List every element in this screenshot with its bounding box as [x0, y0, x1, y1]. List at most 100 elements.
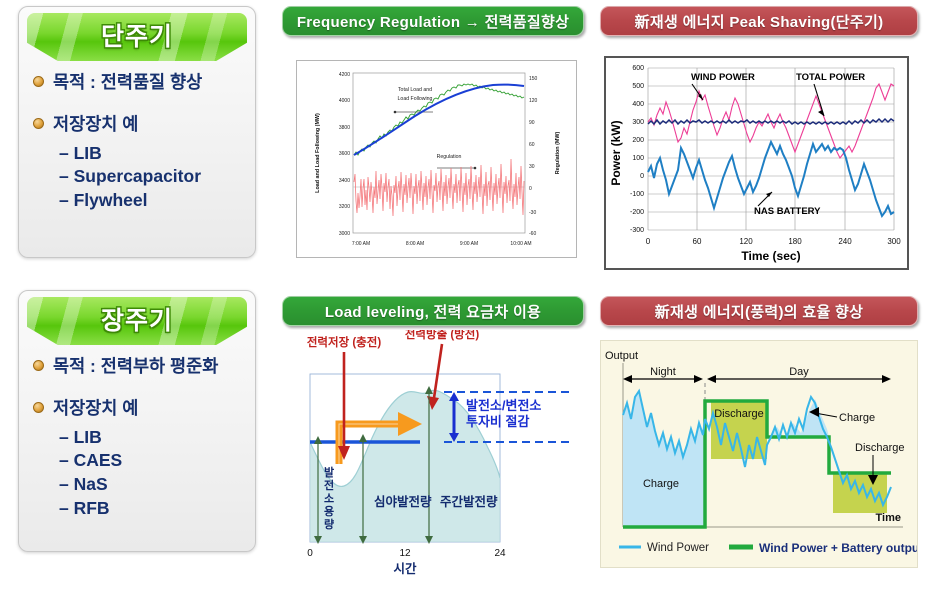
header-label: Load leveling, 전력 요금차 이용	[324, 303, 542, 321]
discharge-label-1: Discharge	[714, 408, 764, 420]
sub-item: – RFB	[59, 497, 110, 518]
savings-label-line1: 발전소/변전소	[466, 398, 541, 413]
frequency-regulation-chart: 3000 3200 3400 3600 3800 4000 4200 -60 -…	[296, 60, 577, 258]
svg-text:3000: 3000	[339, 231, 350, 237]
svg-text:Power (kW): Power (kW)	[609, 120, 623, 185]
svg-text:10:00 AM: 10:00 AM	[510, 241, 531, 247]
svg-text:180: 180	[788, 237, 802, 246]
svg-text:-200: -200	[630, 209, 644, 216]
renewable-efficiency-svg: Output Time Night Day Charge Discharge C…	[601, 341, 917, 567]
svg-text:TOTAL POWER: TOTAL POWER	[796, 72, 865, 83]
sub-list-short-cycle: – LIB – Supercapacitor – Flywheel	[59, 142, 245, 213]
list-item: 목적 : 전력품질 향상	[33, 69, 245, 95]
capacity-label: 발전소용량	[324, 465, 334, 531]
header-label: 新재생 에너지 Peak Shaving(단주기)	[634, 13, 884, 31]
panel-title-short-cycle: 단주기	[100, 23, 173, 51]
svg-text:Load Following: Load Following	[398, 96, 433, 102]
release-label: 전력방출 (방전)	[405, 330, 480, 341]
xtick-12: 12	[399, 548, 411, 559]
sub-item: – Flywheel	[59, 190, 148, 211]
svg-text:Total Load and: Total Load and	[398, 87, 432, 93]
bullet-icon	[33, 402, 44, 414]
svg-text:WIND POWER: WIND POWER	[691, 72, 755, 83]
load-leveling-diagram: 발전소/변전소 투자비 절감 전력저장 (충전) 전력방출 (방전) 발전소용량…	[282, 330, 584, 582]
svg-text:4000: 4000	[339, 98, 350, 104]
legend-wind-power: Wind Power	[647, 542, 709, 554]
svg-text:120: 120	[529, 98, 538, 104]
svg-text:3600: 3600	[339, 151, 350, 157]
panel-body-long-cycle: 목적 : 전력부하 평준화 저장장치 예 – LIB – CAES – NaS …	[33, 353, 245, 521]
panel-long-cycle: 장주기 목적 : 전력부하 평준화 저장장치 예 – LIB – CAES – …	[18, 290, 256, 552]
svg-text:Load and Load Following (MW): Load and Load Following (MW)	[315, 113, 321, 193]
svg-text:30: 30	[529, 164, 535, 170]
svg-text:Regulation: Regulation	[437, 154, 462, 160]
bullet-icon	[33, 118, 44, 130]
store-label: 전력저장 (충전)	[307, 335, 382, 349]
svg-text:3200: 3200	[339, 204, 350, 210]
time-label: Time	[876, 512, 901, 524]
panel-title-long-cycle: 장주기	[100, 307, 173, 335]
xtick-24: 24	[494, 548, 506, 559]
svg-text:60: 60	[529, 142, 535, 148]
svg-text:0: 0	[640, 173, 644, 180]
svg-text:90: 90	[529, 120, 535, 126]
svg-text:120: 120	[739, 237, 753, 246]
header-load-leveling: Load leveling, 전력 요금차 이용	[282, 296, 584, 326]
header-frequency-regulation: Frequency Regulation → 전력품질향상	[282, 6, 584, 36]
svg-text:400: 400	[632, 101, 644, 108]
svg-text:0: 0	[529, 186, 532, 192]
bullet-label: 저장장치 예	[53, 114, 139, 135]
xtick-0: 0	[307, 548, 313, 559]
ribbon-long-cycle: 장주기	[27, 297, 247, 345]
svg-text:3400: 3400	[339, 178, 350, 184]
peak-shaving-svg: 600 500 400 300 200 100 0 -100 -200 -300…	[606, 58, 907, 268]
svg-text:240: 240	[838, 237, 852, 246]
svg-text:0: 0	[646, 237, 651, 246]
sub-item: – NaS	[59, 474, 108, 495]
svg-text:-30: -30	[529, 210, 536, 216]
svg-text:300: 300	[887, 237, 901, 246]
svg-text:100: 100	[632, 155, 644, 162]
svg-text:7:00 AM: 7:00 AM	[352, 241, 370, 247]
list-item: 저장장치 예	[33, 111, 245, 137]
sub-item: – LIB	[59, 426, 102, 447]
sub-item: – LIB	[59, 142, 102, 163]
bullet-icon	[33, 360, 44, 371]
svg-text:NAS BATTERY: NAS BATTERY	[754, 206, 821, 217]
ribbon-short-cycle: 단주기	[27, 13, 247, 61]
bullet-label: 목적 : 전력부하 평준화	[53, 356, 219, 376]
svg-text:Time (sec): Time (sec)	[741, 249, 800, 263]
legend-wind-battery: Wind Power + Battery output	[759, 541, 917, 555]
sub-list-long-cycle: – LIB – CAES – NaS – RFB	[59, 426, 245, 521]
header-label: Frequency Regulation → 전력품질향상	[296, 13, 570, 31]
svg-text:150: 150	[529, 76, 538, 82]
discharge-label-2: Discharge	[855, 442, 905, 454]
header-label: 新재생 에너지(풍력)의 효율 향상	[654, 303, 864, 321]
bullet-icon	[33, 76, 44, 87]
svg-text:9:00 AM: 9:00 AM	[460, 241, 478, 247]
panel-short-cycle: 단주기 목적 : 전력품질 향상 저장장치 예 – LIB – Supercap…	[18, 6, 256, 258]
list-item: 목적 : 전력부하 평준화	[33, 353, 245, 379]
bullet-label: 목적 : 전력품질 향상	[53, 72, 203, 92]
svg-text:-300: -300	[630, 227, 644, 234]
header-peak-shaving: 新재생 에너지 Peak Shaving(단주기)	[600, 6, 918, 36]
night-gen-label: 심야발전량	[374, 494, 432, 509]
svg-text:-60: -60	[529, 231, 536, 237]
peak-shaving-chart: 600 500 400 300 200 100 0 -100 -200 -300…	[604, 56, 909, 270]
charge-label-1: Charge	[643, 478, 679, 490]
xaxis-label: 시간	[393, 561, 417, 576]
svg-text:3800: 3800	[339, 125, 350, 131]
svg-text:600: 600	[632, 65, 644, 72]
svg-text:200: 200	[632, 137, 644, 144]
savings-label-line2: 투자비 절감	[466, 414, 529, 429]
renewable-efficiency-chart: Output Time Night Day Charge Discharge C…	[600, 340, 918, 568]
sub-item: – CAES	[59, 450, 123, 471]
output-label: Output	[605, 350, 638, 362]
svg-text:8:00 AM: 8:00 AM	[406, 241, 424, 247]
svg-text:60: 60	[693, 237, 702, 246]
svg-text:Regulation (MW): Regulation (MW)	[555, 132, 561, 175]
svg-text:-100: -100	[630, 191, 644, 198]
night-label: Night	[650, 366, 676, 378]
panel-body-short-cycle: 목적 : 전력품질 향상 저장장치 예 – LIB – Supercapacit…	[33, 69, 245, 213]
bullet-label: 저장장치 예	[53, 398, 139, 419]
